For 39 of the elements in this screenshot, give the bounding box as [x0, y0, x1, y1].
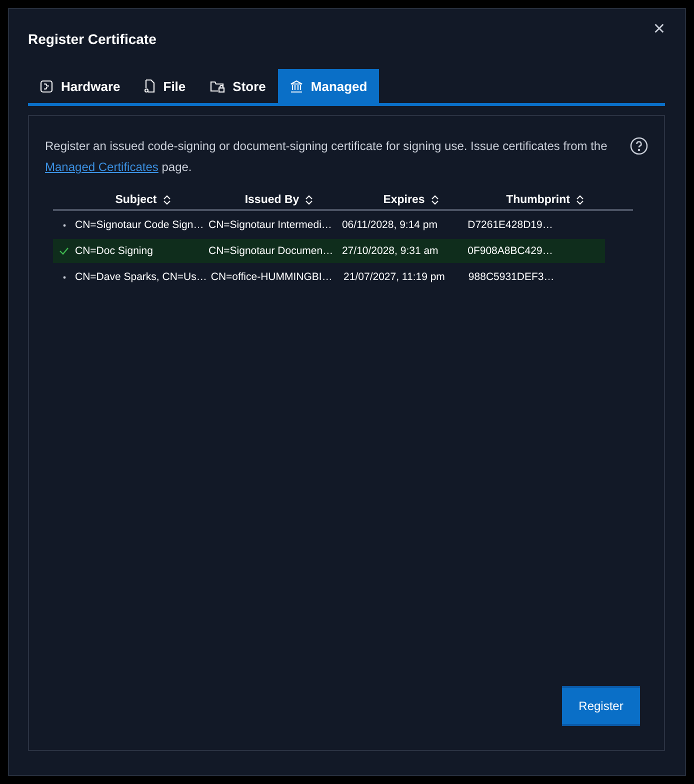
sort-icon	[430, 194, 439, 204]
table-cell-text: 988C5931DEF3…	[468, 271, 556, 283]
table-cell-text: CN=Signotaur Documen…	[208, 245, 334, 257]
column-header[interactable]: Subject	[75, 194, 211, 206]
table-cell-text: 21/07/2027, 11:19 pm	[344, 271, 446, 283]
sort-icon	[305, 194, 314, 204]
table-cell-text: CN=office-HUMMINGBI…	[210, 271, 334, 283]
bank-icon	[290, 80, 303, 92]
check-icon	[59, 247, 69, 255]
help-icon[interactable]	[630, 137, 648, 155]
tab[interactable]: Hardware	[28, 69, 132, 103]
column-header[interactable]: Thumbprint	[475, 194, 615, 206]
column-header[interactable]: Issued By	[211, 194, 347, 206]
close-button[interactable]: ×	[653, 19, 665, 39]
tab[interactable]: Store	[198, 69, 278, 103]
file-icon	[144, 79, 156, 93]
table-cell-text: 0F908A8BC429…	[468, 245, 554, 257]
tab[interactable]: Managed	[278, 69, 380, 103]
table-cell-text: 27/10/2028, 9:31 am	[342, 245, 440, 257]
table-cell-text: CN=Signotaur Code Sign…	[75, 219, 205, 231]
table-row[interactable]: CN=Signotaur Code Sign… CN=Signotaur Intermedi… 06/11/2028, 9:14 pm D7261E428D19…	[53, 213, 605, 237]
sort-icon	[576, 194, 584, 204]
table-row[interactable]: CN=Dave Sparks, CN=Us… CN=office-HUMMINGBI… 21/07/2027, 11:19 pm 988C5931DEF3…	[53, 265, 605, 289]
sort-icon	[162, 194, 171, 204]
table-cell-text: CN=Signotaur Intermedi…	[208, 219, 333, 231]
dot-icon	[62, 224, 66, 226]
column-header[interactable]: Expires	[347, 194, 475, 206]
folder-lock-icon	[210, 80, 225, 92]
table-cell-text: CN=Dave Sparks, CN=Us…	[75, 271, 208, 283]
table-row[interactable]: CN=Doc Signing CN=Signotaur Documen… 27/10/2028, 9:31 am 0F908A8BC429…	[53, 239, 605, 263]
register-button[interactable]: Register	[562, 686, 640, 726]
dot-icon	[62, 276, 66, 278]
description-text: Register an issued code-signing or document-signing certificate for signing use. Issue certificates from the Managed Certificates page.	[45, 138, 608, 176]
managed-certificates-link[interactable]: Managed Certificates	[45, 160, 158, 174]
table-cell-text: D7261E428D19…	[468, 219, 554, 231]
dialog-title: Register Certificate	[28, 31, 156, 47]
table-cell-text: CN=Doc Signing	[75, 245, 154, 257]
table-cell-text: 06/11/2028, 9:14 pm	[342, 219, 439, 231]
tab[interactable]: File	[132, 69, 198, 103]
